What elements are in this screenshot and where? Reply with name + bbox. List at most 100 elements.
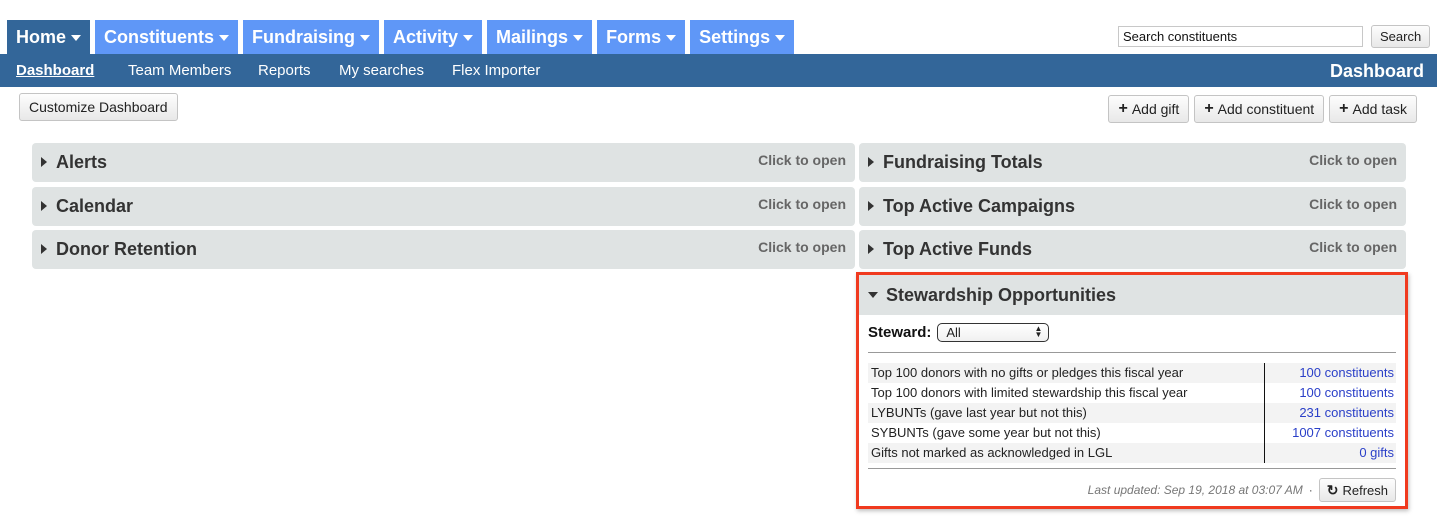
caret-right-icon	[41, 201, 47, 211]
row-count-link[interactable]: 100 constituents	[1265, 363, 1396, 383]
nav-tab-label: Constituents	[104, 27, 215, 47]
stewardship-stats-table: Top 100 donors with no gifts or pledges …	[868, 363, 1396, 463]
nav-tab-label: Mailings	[496, 27, 569, 47]
stewardship-opportunities-panel: Stewardship Opportunities Steward: All ▲…	[856, 272, 1408, 509]
add-task-label: Add task	[1352, 101, 1407, 117]
row-count-link[interactable]: 231 constituents	[1265, 403, 1396, 423]
subnav-item-team-members[interactable]: Team Members	[128, 54, 231, 87]
click-to-open-hint: Click to open	[758, 152, 846, 168]
table-row: Top 100 donors with no gifts or pledges …	[868, 363, 1396, 383]
caret-down-icon	[868, 292, 878, 298]
main-nav: Home Constituents Fundraising Activity M…	[7, 20, 795, 54]
caret-right-icon	[868, 244, 874, 254]
add-task-button[interactable]: + Add task	[1329, 95, 1417, 123]
divider	[868, 352, 1396, 353]
refresh-button[interactable]: ↻ Refresh	[1318, 478, 1396, 502]
panel-calendar[interactable]: Calendar Click to open	[32, 187, 855, 226]
caret-down-icon	[71, 35, 82, 41]
nav-tab-activity[interactable]: Activity	[384, 20, 483, 54]
panel-title: Calendar	[56, 196, 134, 216]
refresh-icon: ↻	[1326, 481, 1339, 498]
nav-tab-label: Fundraising	[252, 27, 356, 47]
panel-top-active-funds[interactable]: Top Active Funds Click to open	[859, 230, 1406, 269]
nav-tab-mailings[interactable]: Mailings	[487, 20, 593, 54]
stewardship-footer: Last updated: Sep 19, 2018 at 03:07 AM ·…	[1088, 478, 1396, 502]
caret-down-icon	[775, 35, 786, 41]
nav-tab-label: Activity	[393, 27, 459, 47]
last-updated-text: Last updated: Sep 19, 2018 at 03:07 AM	[1087, 483, 1303, 497]
table-row: SYBUNTs (gave some year but not this) 10…	[868, 423, 1396, 443]
panel-fundraising-totals[interactable]: Fundraising Totals Click to open	[859, 143, 1406, 182]
panel-donor-retention[interactable]: Donor Retention Click to open	[32, 230, 855, 269]
refresh-label: Refresh	[1342, 482, 1388, 498]
caret-right-icon	[868, 201, 874, 211]
caret-down-icon	[463, 35, 474, 41]
click-to-open-hint: Click to open	[1309, 239, 1397, 255]
stewardship-panel-header[interactable]: Stewardship Opportunities	[859, 275, 1405, 315]
panel-top-active-campaigns[interactable]: Top Active Campaigns Click to open	[859, 187, 1406, 226]
nav-tab-constituents[interactable]: Constituents	[95, 20, 239, 54]
subnav-item-dashboard[interactable]: Dashboard	[16, 54, 94, 87]
steward-label: Steward:	[868, 324, 932, 341]
divider	[868, 468, 1396, 469]
search-input[interactable]	[1118, 26, 1363, 47]
panel-title: Top Active Funds	[883, 239, 1033, 259]
nav-tab-forms[interactable]: Forms	[597, 20, 686, 54]
nav-tab-home[interactable]: Home	[7, 20, 91, 54]
row-count-link[interactable]: 1007 constituents	[1265, 423, 1396, 443]
nav-tab-fundraising[interactable]: Fundraising	[243, 20, 380, 54]
row-count-link[interactable]: 0 gifts	[1265, 443, 1396, 463]
nav-tab-label: Settings	[699, 27, 771, 47]
select-arrows-icon: ▲ ▼	[1034, 324, 1043, 339]
click-to-open-hint: Click to open	[758, 196, 846, 212]
table-row: LYBUNTs (gave last year but not this) 23…	[868, 403, 1396, 423]
customize-dashboard-button[interactable]: Customize Dashboard	[19, 93, 178, 121]
row-count-link[interactable]: 100 constituents	[1265, 383, 1396, 403]
add-constituent-button[interactable]: + Add constituent	[1194, 95, 1325, 123]
table-row: Gifts not marked as acknowledged in LGL …	[868, 443, 1396, 463]
click-to-open-hint: Click to open	[1309, 196, 1397, 212]
plus-icon: +	[1204, 100, 1214, 117]
table-row: Top 100 donors with limited stewardship …	[868, 383, 1396, 403]
search-bar: Search	[1118, 25, 1431, 48]
steward-select-value: All	[946, 325, 961, 340]
panel-alerts[interactable]: Alerts Click to open	[32, 143, 855, 182]
caret-right-icon	[41, 244, 47, 254]
nav-tab-label: Forms	[606, 27, 662, 47]
panel-title: Donor Retention	[56, 239, 197, 259]
row-description: Gifts not marked as acknowledged in LGL	[868, 443, 1265, 463]
panel-title: Fundraising Totals	[883, 152, 1043, 172]
caret-right-icon	[868, 157, 874, 167]
add-gift-label: Add gift	[1131, 101, 1180, 117]
subnav-item-my-searches[interactable]: My searches	[339, 54, 424, 87]
plus-icon: +	[1118, 100, 1128, 117]
subnav-item-flex-importer[interactable]: Flex Importer	[452, 54, 540, 87]
row-description: Top 100 donors with limited stewardship …	[868, 383, 1265, 403]
row-description: LYBUNTs (gave last year but not this)	[868, 403, 1265, 423]
plus-icon: +	[1339, 100, 1349, 117]
caret-down-icon	[573, 35, 584, 41]
panel-title: Stewardship Opportunities	[886, 285, 1117, 305]
caret-down-icon	[219, 35, 230, 41]
subnav-item-reports[interactable]: Reports	[258, 54, 311, 87]
caret-right-icon	[41, 157, 47, 167]
sub-nav: Dashboard Team Members Reports My search…	[0, 54, 1437, 87]
steward-select[interactable]: All ▲ ▼	[937, 323, 1050, 342]
add-gift-button[interactable]: + Add gift	[1108, 95, 1190, 123]
page-title: Dashboard	[1329, 61, 1424, 81]
search-button[interactable]: Search	[1371, 25, 1431, 48]
caret-down-icon	[666, 35, 677, 41]
nav-tab-label: Home	[16, 27, 67, 47]
separator-dot: ·	[1308, 483, 1313, 497]
add-constituent-label: Add constituent	[1217, 101, 1315, 117]
row-description: Top 100 donors with no gifts or pledges …	[868, 363, 1265, 383]
nav-tab-settings[interactable]: Settings	[690, 20, 795, 54]
panel-title: Alerts	[56, 152, 108, 172]
row-description: SYBUNTs (gave some year but not this)	[868, 423, 1265, 443]
caret-down-icon	[360, 35, 371, 41]
click-to-open-hint: Click to open	[758, 239, 846, 255]
quick-actions: + Add gift + Add constituent + Add task	[1108, 95, 1417, 123]
click-to-open-hint: Click to open	[1309, 152, 1397, 168]
steward-filter: Steward: All ▲ ▼	[868, 323, 1050, 342]
panel-title: Top Active Campaigns	[883, 196, 1076, 216]
